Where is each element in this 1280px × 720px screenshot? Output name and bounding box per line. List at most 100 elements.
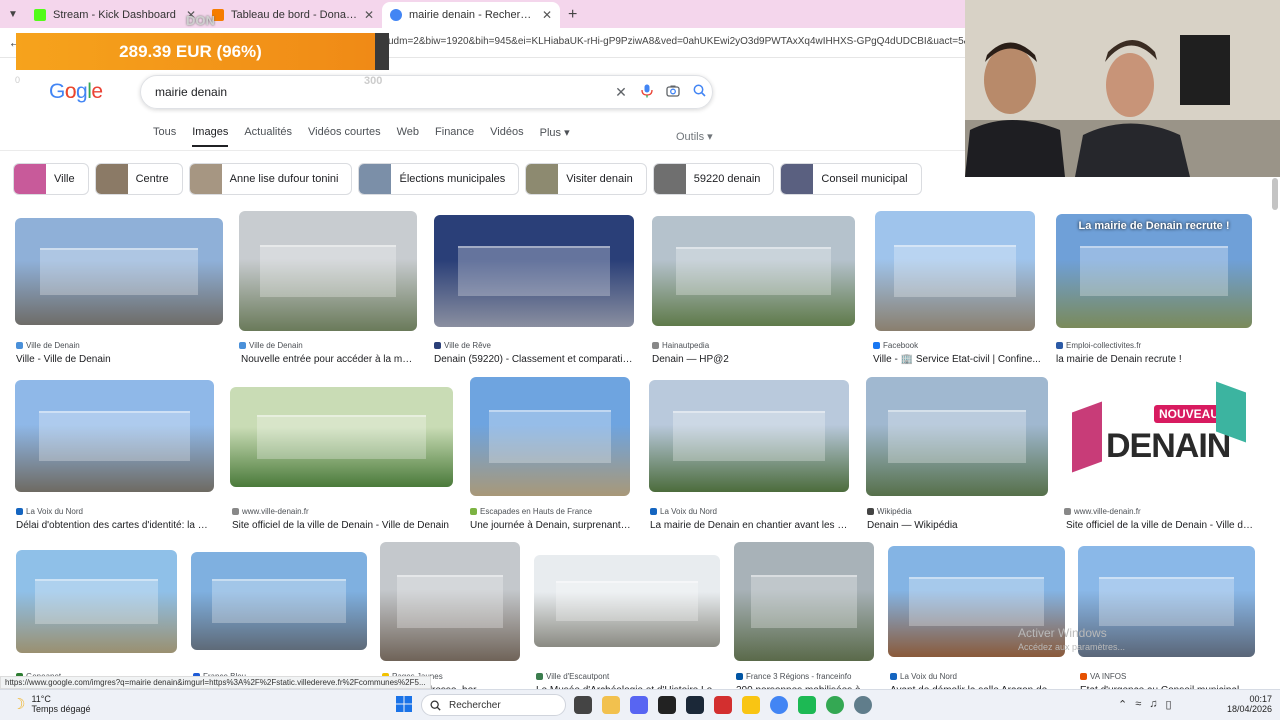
tab-images[interactable]: Images [192,126,229,147]
weather-widget[interactable]: ☽ 11°C Temps dégagé [12,694,91,714]
result-source[interactable]: www.ville-denain.fr [1064,507,1141,516]
chip-centre[interactable]: Centre [94,163,183,195]
file-explorer-icon[interactable] [602,696,620,714]
result-source[interactable]: Wikipédia [867,507,912,516]
result-thumbnail[interactable] [470,377,630,496]
settings-gear-icon[interactable] [854,696,872,714]
result-thumbnail[interactable] [15,380,214,492]
app-green-icon[interactable] [798,696,816,714]
result-source[interactable]: La Voix du Nord [890,672,957,681]
result-source[interactable]: Facebook [873,341,918,350]
steam-icon[interactable] [686,696,704,714]
clear-icon[interactable]: ✕ [608,84,634,101]
result-thumbnail[interactable] [534,555,720,647]
tab-google-search[interactable]: mairie denain - Recherche Google ✕ [382,2,560,28]
result-title[interactable]: Denain (59220) - Classement et comparati… [434,354,634,365]
result-title[interactable]: Ville - Ville de Denain [16,354,222,365]
volume-icon[interactable]: ♫ [1149,698,1157,711]
result-source[interactable]: Ville d'Escautpont [536,672,609,681]
result-thumbnail[interactable] [734,542,874,661]
result-source[interactable]: VA INFOS [1080,672,1126,681]
tab-videos-courtes[interactable]: Vidéos courtes [308,126,381,147]
result-title[interactable]: Site officiel de la ville de Denain - Vi… [232,520,454,531]
result-thumbnail[interactable]: NOUVEAU DENAIN [1064,377,1254,496]
task-view-icon[interactable] [574,696,592,714]
url-field[interactable]: udm=2&biw=1920&bih=945&ei=KLHiabaUK-rHi-… [388,36,965,47]
chip-elections-municipales[interactable]: Élections municipales [358,163,520,195]
chrome-icon[interactable] [770,696,788,714]
tab-actualites[interactable]: Actualités [244,126,292,147]
result-thumbnail[interactable] [875,211,1035,331]
chevron-up-icon[interactable]: ⌃ [1118,698,1127,711]
tab-finance[interactable]: Finance [435,126,474,147]
tab-kick-dashboard[interactable]: Stream - Kick Dashboard ✕ [26,2,204,28]
tab-plus[interactable]: Plus ▾ [540,126,570,147]
lens-camera-icon[interactable] [660,84,686,101]
taskbar-clock[interactable]: 00:17 18/04/2026 [1222,694,1272,714]
building-shape [887,410,1027,463]
chrome-active-icon[interactable] [826,696,844,714]
result-title[interactable]: La mairie de Denain en chantier avant le… [650,520,850,531]
tab-tous[interactable]: Tous [153,126,176,147]
result-title[interactable]: Délai d'obtention des cartes d'identité:… [16,520,214,531]
result-thumbnail[interactable] [16,550,177,653]
result-thumbnail[interactable] [649,380,849,492]
chip-thumbnail [781,164,814,194]
discord-icon[interactable] [630,696,648,714]
tab-menu-chevron-icon[interactable]: ▼ [0,0,26,28]
result-thumbnail[interactable] [15,218,223,325]
app-icon[interactable] [658,696,676,714]
result-title[interactable]: Nouvelle entrée pour accéder à la mai... [241,354,417,365]
result-thumbnail[interactable] [191,552,367,650]
result-title[interactable]: la mairie de Denain recrute ! [1056,354,1252,365]
search-box[interactable]: mairie denain ✕ [140,75,713,109]
result-source[interactable]: Ville de Denain [239,341,303,350]
result-title[interactable]: Une journée à Denain, surprenante ... [470,520,632,531]
result-title[interactable]: Site officiel de la ville de Denain - Vi… [1066,520,1256,531]
tab-close-icon[interactable]: ✕ [542,8,552,22]
result-source[interactable]: www.ville-denain.fr [232,507,309,516]
result-source[interactable]: La Voix du Nord [16,507,83,516]
taskbar-search[interactable]: Rechercher [421,694,566,716]
result-thumbnail[interactable]: La mairie de Denain recrute ! [1056,214,1252,328]
new-tab-plus-icon[interactable]: + [560,2,585,28]
result-thumbnail[interactable] [652,216,855,326]
windows-start-icon[interactable] [396,696,412,715]
app-red-icon[interactable] [714,696,732,714]
tab-videos[interactable]: Vidéos [490,126,523,147]
result-source[interactable]: Escapades en Hauts de France [470,507,592,516]
result-thumbnail[interactable] [866,377,1048,496]
search-icon[interactable] [686,84,712,100]
tab-donationalerts[interactable]: Tableau de bord - DonationAlerts ✕ [204,2,382,28]
result-source[interactable]: La Voix du Nord [650,507,717,516]
app-yellow-icon[interactable] [742,696,760,714]
search-type-tabs: Tous Images Actualités Vidéos courtes We… [153,126,570,147]
tools-button[interactable]: Outils ▾ [676,130,713,143]
result-title[interactable]: Denain — HP@2 [652,354,855,365]
result-thumbnail[interactable] [239,211,417,331]
battery-icon[interactable]: ▯ [1166,698,1172,711]
result-title[interactable]: Ville - 🏢 Service État-civil | Confine..… [873,354,1041,365]
result-source[interactable]: Ville de Denain [16,341,80,350]
result-thumbnail[interactable] [380,542,520,661]
chip-conseil-municipal[interactable]: Conseil municipal [780,163,922,195]
google-logo[interactable]: Go ogl e [49,80,103,104]
search-input[interactable]: mairie denain [155,85,608,99]
wifi-icon[interactable]: ≈ [1135,698,1141,711]
tab-web[interactable]: Web [397,126,419,147]
result-source[interactable]: France 3 Régions - franceinfo [736,672,851,681]
tab-close-icon[interactable]: ✕ [364,8,374,22]
result-thumbnail[interactable] [230,387,453,487]
result-source[interactable]: Hainautpedia [652,341,709,350]
result-thumbnail[interactable] [434,215,634,327]
page-scrollbar[interactable] [1272,178,1278,210]
result-source[interactable]: Ville de Rêve [434,341,491,350]
result-source[interactable]: Emploi-collectivites.fr [1056,341,1141,350]
chip-ville[interactable]: Ville [13,163,89,195]
chip-anne-lise-dufour-tonini[interactable]: Anne lise dufour tonini [188,163,353,195]
chip-visiter-denain[interactable]: Visiter denain [525,163,647,195]
chip-59220-denain[interactable]: 59220 denain [652,163,775,195]
microphone-icon[interactable] [634,84,660,101]
result-title[interactable]: Denain — Wikipédia [867,520,1047,531]
building-shape [35,578,158,625]
